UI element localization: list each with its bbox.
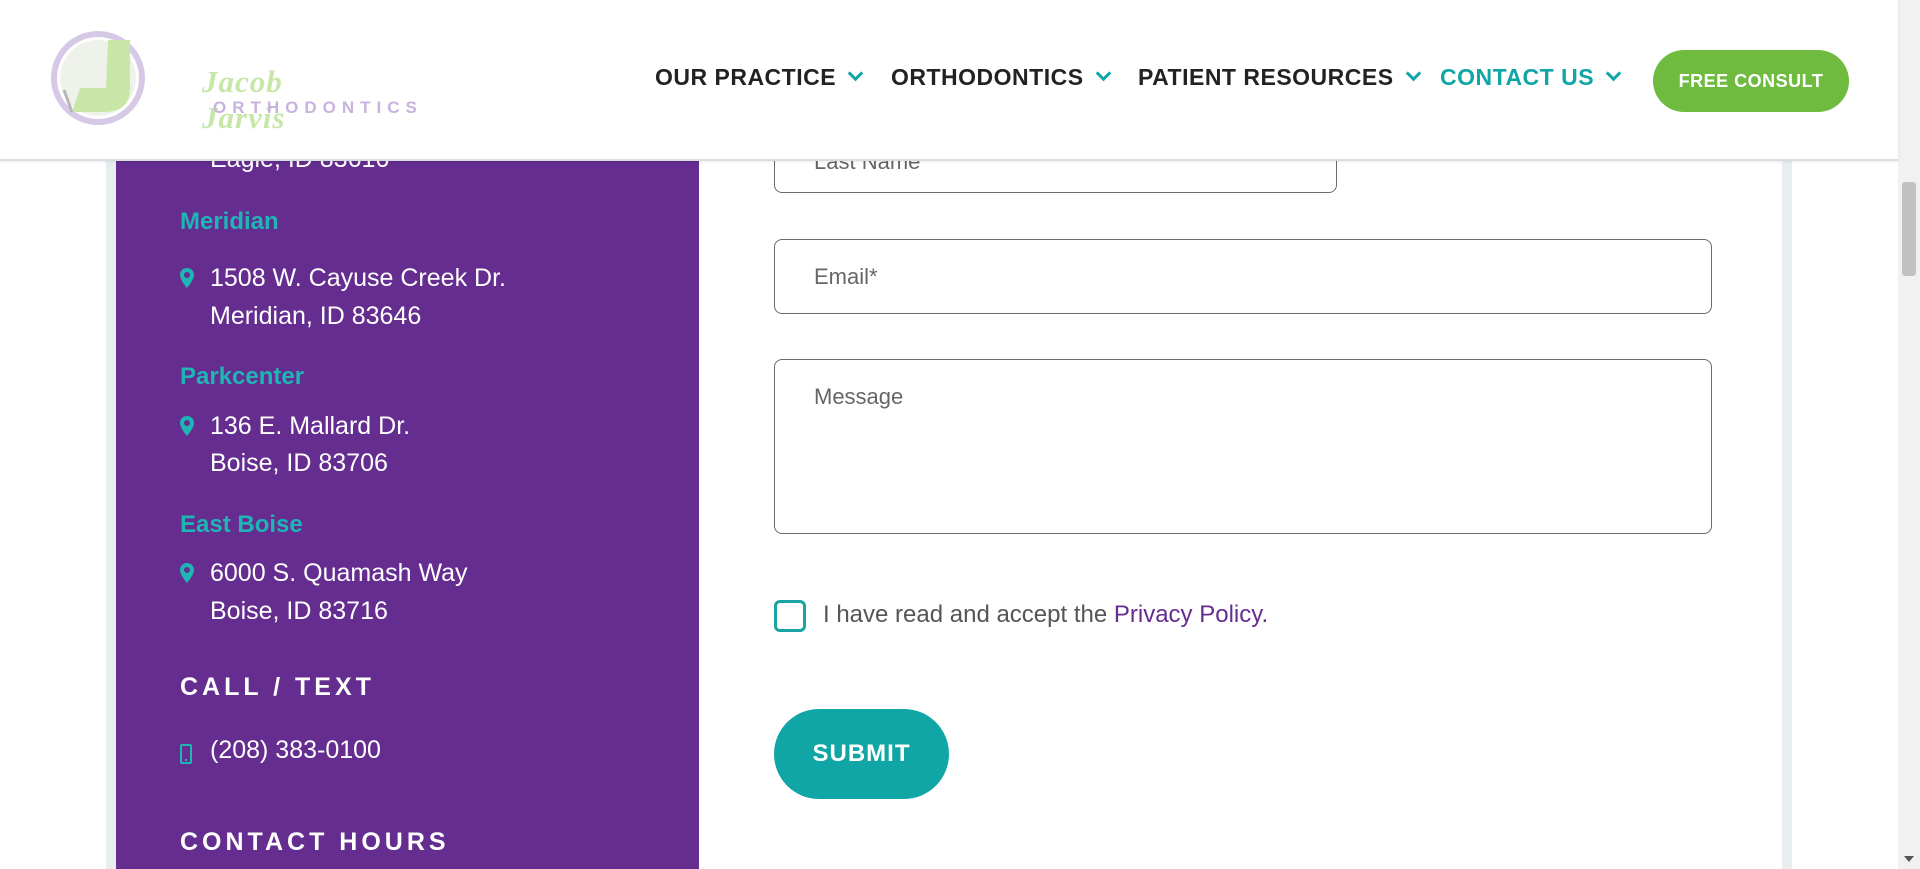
consent-text: I have read and accept the [823, 601, 1114, 628]
chevron-down-icon [1405, 65, 1421, 82]
location-name-east-boise: East Boise [180, 511, 303, 538]
page: Eagle, ID 83616 Meridian 1508 W. Cayuse … [0, 0, 1920, 869]
address-line-2: Meridian, ID 83646 [210, 302, 422, 330]
address-line-1: 6000 S. Quamash Way [210, 559, 468, 587]
scrollbar-track[interactable] [1898, 0, 1920, 869]
privacy-policy-link[interactable]: Privacy Policy. [1114, 601, 1268, 628]
privacy-consent-label: I have read and accept the Privacy Polic… [823, 601, 1268, 629]
submit-button[interactable]: SUBMIT [774, 709, 949, 799]
map-pin-icon [180, 268, 194, 288]
map-pin-icon [180, 416, 194, 436]
email-field[interactable] [774, 239, 1712, 314]
map-pin-icon [180, 563, 194, 583]
call-text-heading: CALL / TEXT [180, 673, 375, 701]
address-line-2: Boise, ID 83716 [210, 597, 388, 625]
message-field[interactable] [774, 359, 1712, 534]
location-name-parkcenter: Parkcenter [180, 363, 305, 390]
nav-our-practice[interactable]: OUR PRACTICE [655, 64, 864, 91]
nav-orthodontics[interactable]: ORTHODONTICS [891, 64, 1111, 91]
mobile-phone-icon [180, 744, 192, 764]
chevron-down-icon [1605, 65, 1622, 82]
chevron-down-icon [1095, 65, 1111, 82]
free-consult-button[interactable]: FREE CONSULT [1653, 50, 1849, 112]
nav-label: OUR PRACTICE [655, 64, 837, 90]
address-line-1: 1508 W. Cayuse Creek Dr. [210, 264, 506, 292]
address-line-2: Boise, ID 83706 [210, 449, 388, 477]
privacy-consent-checkbox[interactable] [774, 600, 806, 632]
phone-number-link[interactable]: (208) 383-0100 [210, 736, 381, 765]
logo-subtitle: ORTHODONTICS [213, 98, 423, 117]
nav-label: CONTACT US [1440, 64, 1595, 90]
site-header: Jacob Jarvis ORTHODONTICS OUR PRACTICE O… [0, 0, 1898, 161]
contact-hours-heading: CONTACT HOURS [180, 828, 450, 856]
address-line-1: 136 E. Mallard Dr. [210, 412, 411, 440]
location-name-meridian: Meridian [180, 208, 279, 235]
nav-contact-us[interactable]: CONTACT US [1440, 64, 1622, 91]
nav-label: PATIENT RESOURCES [1138, 64, 1394, 90]
nav-patient-resources[interactable]: PATIENT RESOURCES [1138, 64, 1421, 91]
logo-mark-icon [51, 31, 145, 125]
nav-label: ORTHODONTICS [891, 64, 1084, 90]
chevron-down-icon [847, 65, 864, 82]
scroll-down-arrow-icon[interactable] [1904, 856, 1914, 862]
logo[interactable]: Jacob Jarvis ORTHODONTICS [50, 30, 417, 135]
scrollbar-thumb[interactable] [1902, 182, 1916, 276]
